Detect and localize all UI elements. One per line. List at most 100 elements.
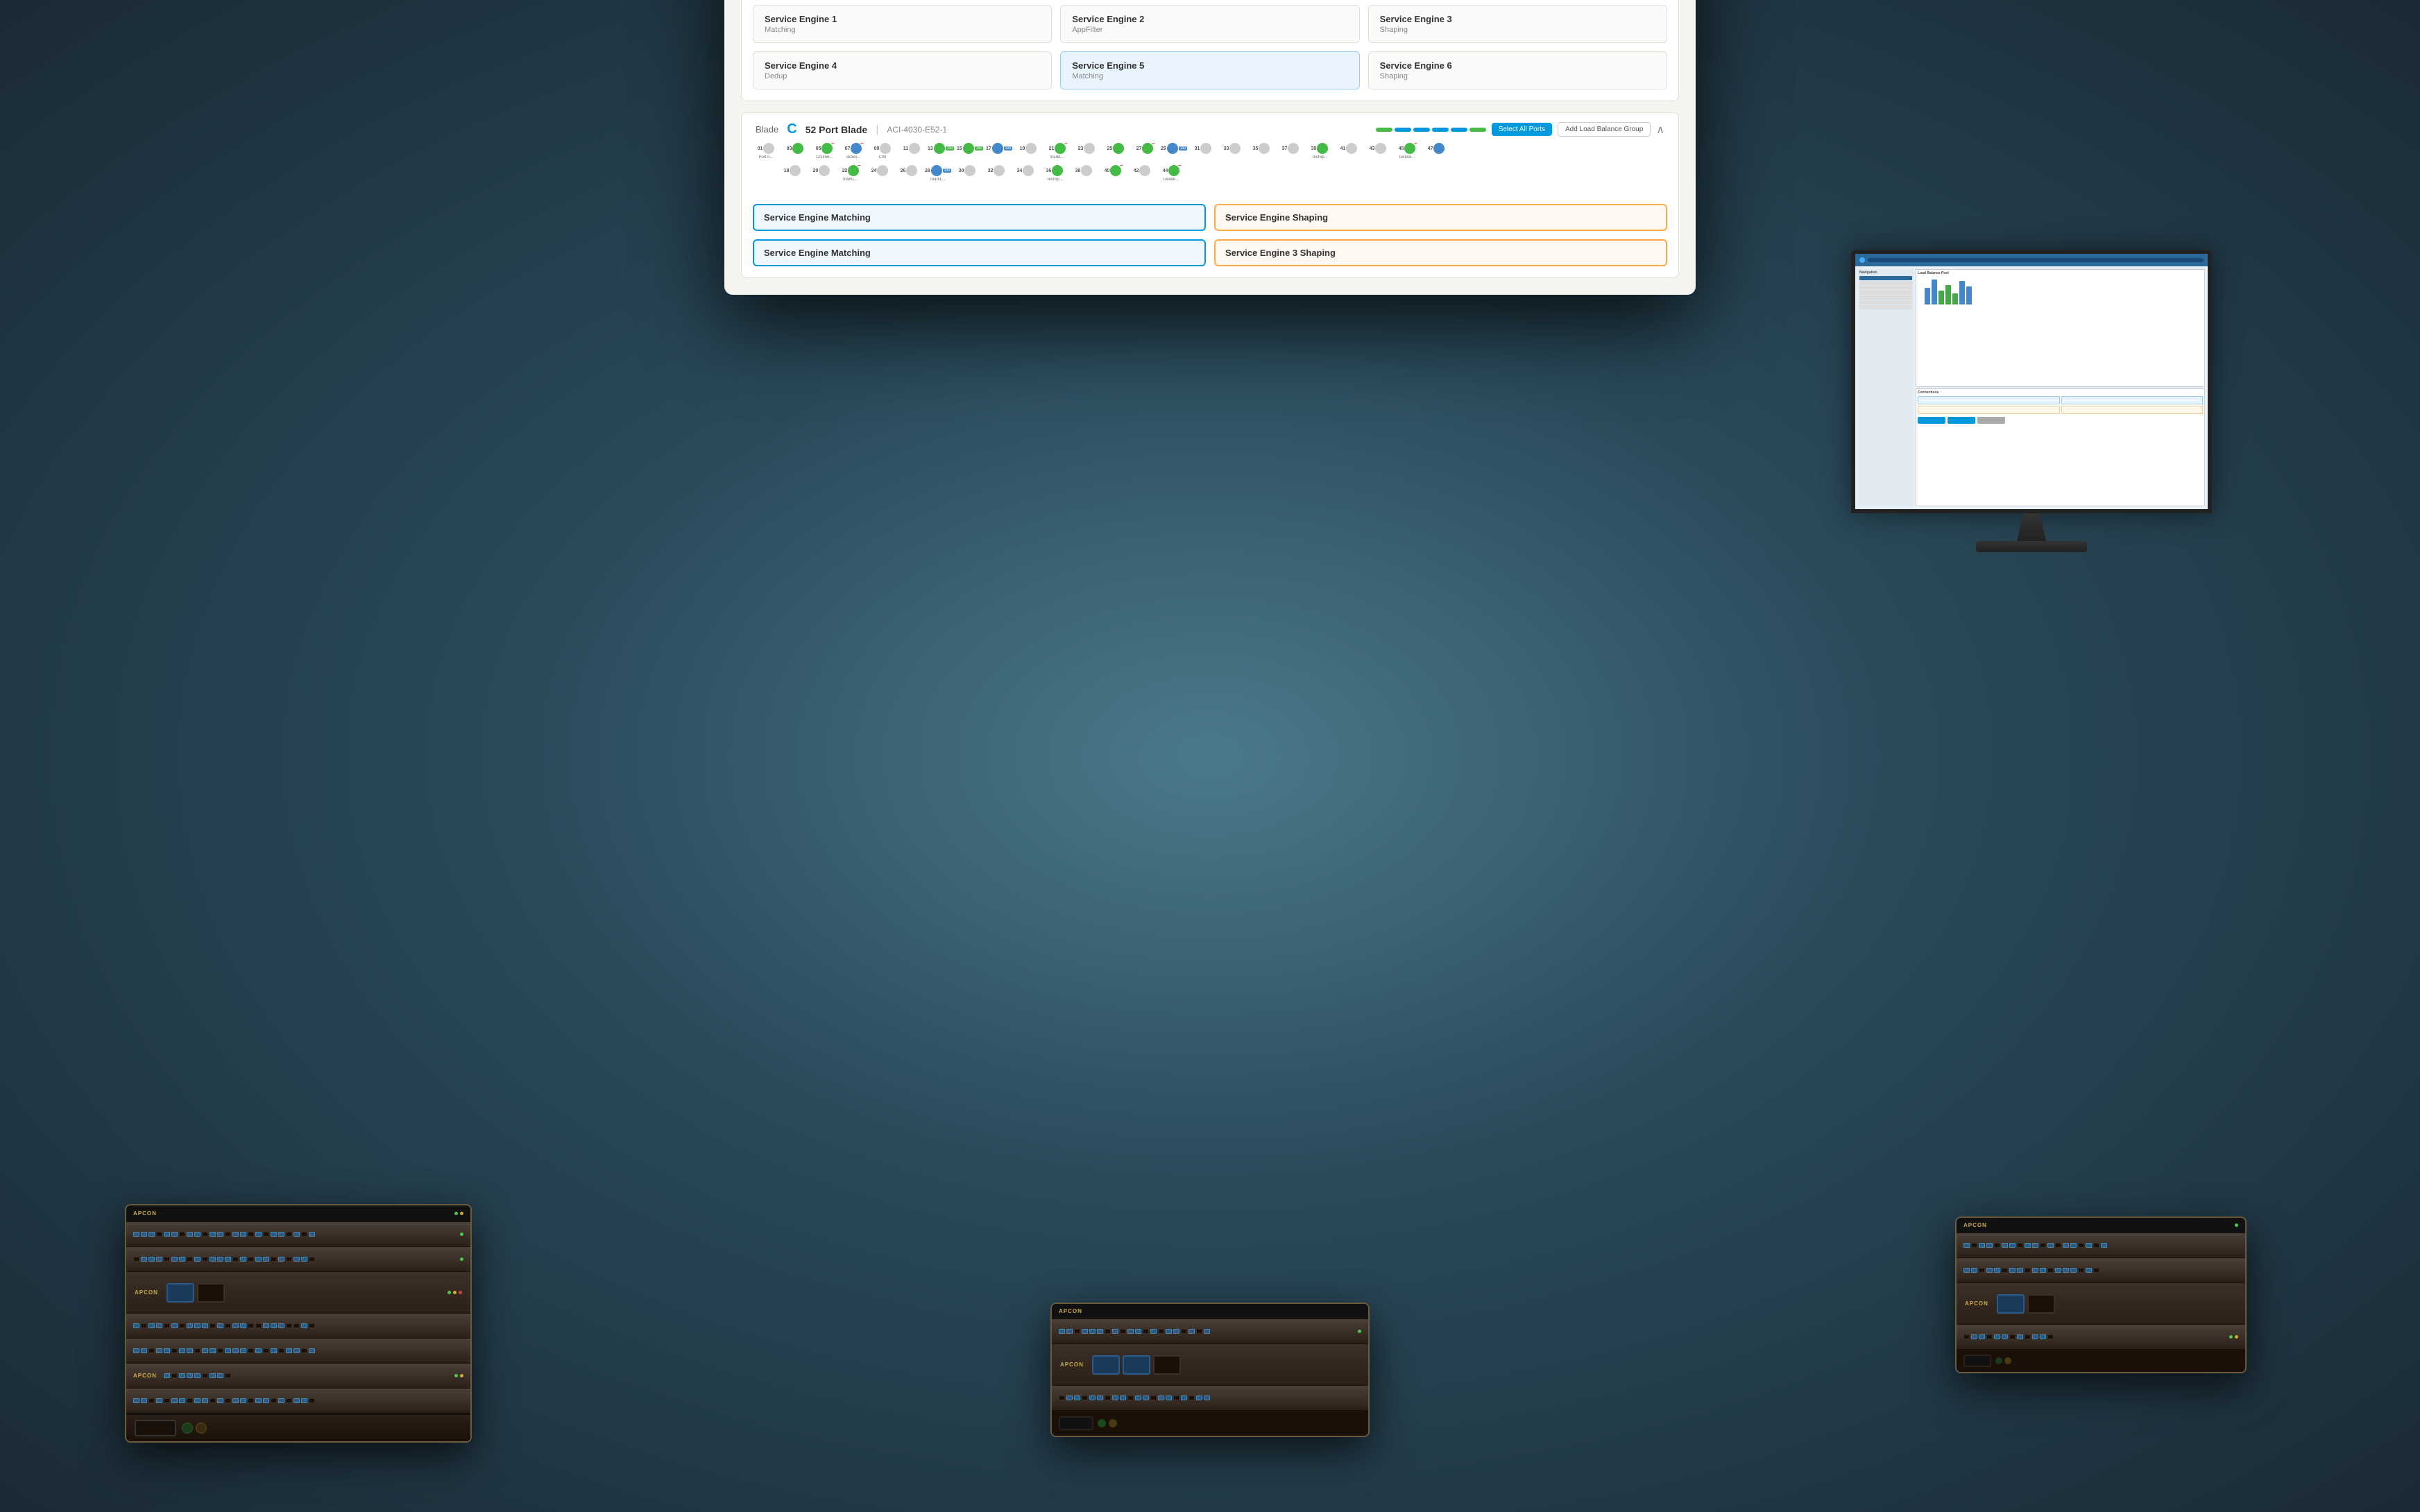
hw-logo-left: APCON: [133, 1210, 157, 1217]
port-37[interactable]: 37: [1277, 143, 1304, 160]
hardware-rack-center: APCON APCON: [1050, 1303, 1370, 1443]
port-17-badge: 100: [1004, 146, 1012, 151]
port-13-circle: [934, 143, 945, 154]
se-2-role: AppFilter: [1072, 26, 1347, 34]
blade-c-collapse-button[interactable]: ∧: [1656, 123, 1664, 137]
port-26[interactable]: 26: [896, 165, 922, 182]
se-1-title: Service Engine 1: [765, 14, 1040, 24]
se-2-title: Service Engine 2: [1072, 14, 1347, 24]
port-26-circle: [906, 165, 917, 176]
port-29[interactable]: 29 100 ▲: [1161, 143, 1187, 160]
port-28[interactable]: 28 100 markL...: [925, 165, 951, 182]
port-31-circle: [1200, 143, 1211, 154]
conn-box-2-label: Service Engine Shaping: [1225, 212, 1656, 223]
port-22[interactable]: 22 ▲ markL...: [837, 165, 864, 182]
port-19[interactable]: 19: [1015, 143, 1041, 160]
se-card-5[interactable]: Service Engine 5 Matching: [1060, 51, 1359, 89]
se-5-title: Service Engine 5: [1072, 60, 1347, 71]
blade-d-se-grid: Service Engine 1 Matching Service Engine…: [742, 0, 1678, 101]
blade-c-header: Blade C 52 Port Blade | ACI-4030-E52-1: [742, 113, 1678, 143]
port-43-circle: [1375, 143, 1386, 154]
port-25[interactable]: 25: [1102, 143, 1129, 160]
se-card-3[interactable]: Service Engine 3 Shaping: [1368, 5, 1667, 43]
port-38[interactable]: 38: [1071, 165, 1097, 182]
monitor-stand: [2011, 513, 2052, 541]
port-11[interactable]: 11: [898, 143, 925, 160]
se-card-1[interactable]: Service Engine 1 Matching: [753, 5, 1052, 43]
port-32[interactable]: 32: [983, 165, 1009, 182]
port-15-circle: [963, 143, 974, 154]
port-18[interactable]: 18: [779, 165, 806, 182]
conn-box-1-label: Service Engine Matching: [764, 212, 1195, 223]
port-32-circle: [994, 165, 1005, 176]
port-05[interactable]: 05 ▲ 123456...: [811, 143, 837, 160]
port-31[interactable]: 31: [1190, 143, 1216, 160]
port-01-circle: [763, 143, 774, 154]
port-39[interactable]: 39 TestSp...: [1306, 143, 1333, 160]
port-36[interactable]: 36 TestSp...: [1041, 165, 1068, 182]
port-07-alert: ▲: [859, 143, 864, 145]
port-28-badge: 100: [943, 169, 951, 173]
hw-logo-row: APCON: [133, 1373, 157, 1379]
port-35-circle: [1259, 143, 1270, 154]
port-44[interactable]: 44 ▲ Delete...: [1158, 165, 1184, 182]
port-33-circle: [1229, 143, 1241, 154]
port-45[interactable]: 45 ▲ Delete...: [1394, 143, 1420, 160]
port-22-alert: ▲: [856, 165, 862, 167]
port-09[interactable]: 09 C09: [869, 143, 896, 160]
hw-logo-r1: APCON: [1963, 1222, 1987, 1228]
port-24[interactable]: 24: [867, 165, 893, 182]
port-23[interactable]: 23: [1073, 143, 1100, 160]
port-30-circle: [964, 165, 975, 176]
port-42[interactable]: 42: [1129, 165, 1155, 182]
blade-c-type: 52 Port Blade: [806, 124, 867, 135]
port-34[interactable]: 34: [1012, 165, 1039, 182]
port-15[interactable]: 15 100: [957, 143, 983, 160]
conn-box-4-label: Service Engine 3 Shaping: [1225, 248, 1656, 258]
port-13-badge: 100: [946, 146, 954, 151]
add-lb-group-button[interactable]: Add Load Balance Group: [1558, 122, 1651, 137]
se-card-2[interactable]: Service Engine 2 AppFilter: [1060, 5, 1359, 43]
blade-c-letter: C: [787, 121, 796, 137]
port-30[interactable]: 30: [954, 165, 980, 182]
port-03-circle: [792, 143, 803, 154]
port-47[interactable]: 47: [1423, 143, 1449, 160]
port-19-circle: [1025, 143, 1037, 154]
hw-logo-center: APCON: [135, 1289, 158, 1296]
port-21[interactable]: 21 ▲ markL...: [1044, 143, 1071, 160]
port-40[interactable]: 40 ▲: [1100, 165, 1126, 182]
connection-box-4[interactable]: Service Engine 3 Shaping: [1214, 239, 1667, 266]
select-all-ports-button[interactable]: Select All Ports: [1492, 123, 1552, 136]
port-41-circle: [1346, 143, 1357, 154]
port-39-circle: [1317, 143, 1328, 154]
port-29-circle: [1167, 143, 1178, 154]
port-03[interactable]: 03: [782, 143, 808, 160]
port-25-circle: [1113, 143, 1124, 154]
se-card-6[interactable]: Service Engine 6 Shaping: [1368, 51, 1667, 89]
blade-c-section: Blade C 52 Port Blade | ACI-4030-E52-1: [741, 112, 1679, 278]
port-17[interactable]: 17 100: [986, 143, 1012, 160]
port-27[interactable]: 27 ▲: [1132, 143, 1158, 160]
connection-box-2[interactable]: Service Engine Shaping: [1214, 204, 1667, 231]
port-41[interactable]: 41: [1336, 143, 1362, 160]
port-20[interactable]: 20: [808, 165, 835, 182]
connection-box-1[interactable]: Service Engine Matching: [753, 204, 1206, 231]
monitor-base: [1976, 541, 2087, 552]
ports-row1: 01 Port n... 03: [742, 143, 1678, 198]
hw-logo-c2: APCON: [1060, 1361, 1084, 1368]
connection-box-3[interactable]: Service Engine Matching: [753, 239, 1206, 266]
port-43[interactable]: 43: [1365, 143, 1391, 160]
port-15-badge: 100: [975, 146, 983, 151]
port-13[interactable]: 13 100: [928, 143, 954, 160]
port-07[interactable]: 07 ▲ okoko...: [840, 143, 867, 160]
hw-logo-c1: APCON: [1059, 1308, 1082, 1314]
port-23-circle: [1084, 143, 1095, 154]
port-05-alert: ▲: [830, 143, 835, 145]
port-33[interactable]: 33: [1219, 143, 1245, 160]
port-38-circle: [1081, 165, 1092, 176]
port-01[interactable]: 01 Port n...: [753, 143, 779, 160]
blade-c-progress: [1376, 128, 1486, 132]
port-47-circle: [1433, 143, 1445, 154]
port-35[interactable]: 35: [1248, 143, 1275, 160]
se-card-4[interactable]: Service Engine 4 Dedup: [753, 51, 1052, 89]
